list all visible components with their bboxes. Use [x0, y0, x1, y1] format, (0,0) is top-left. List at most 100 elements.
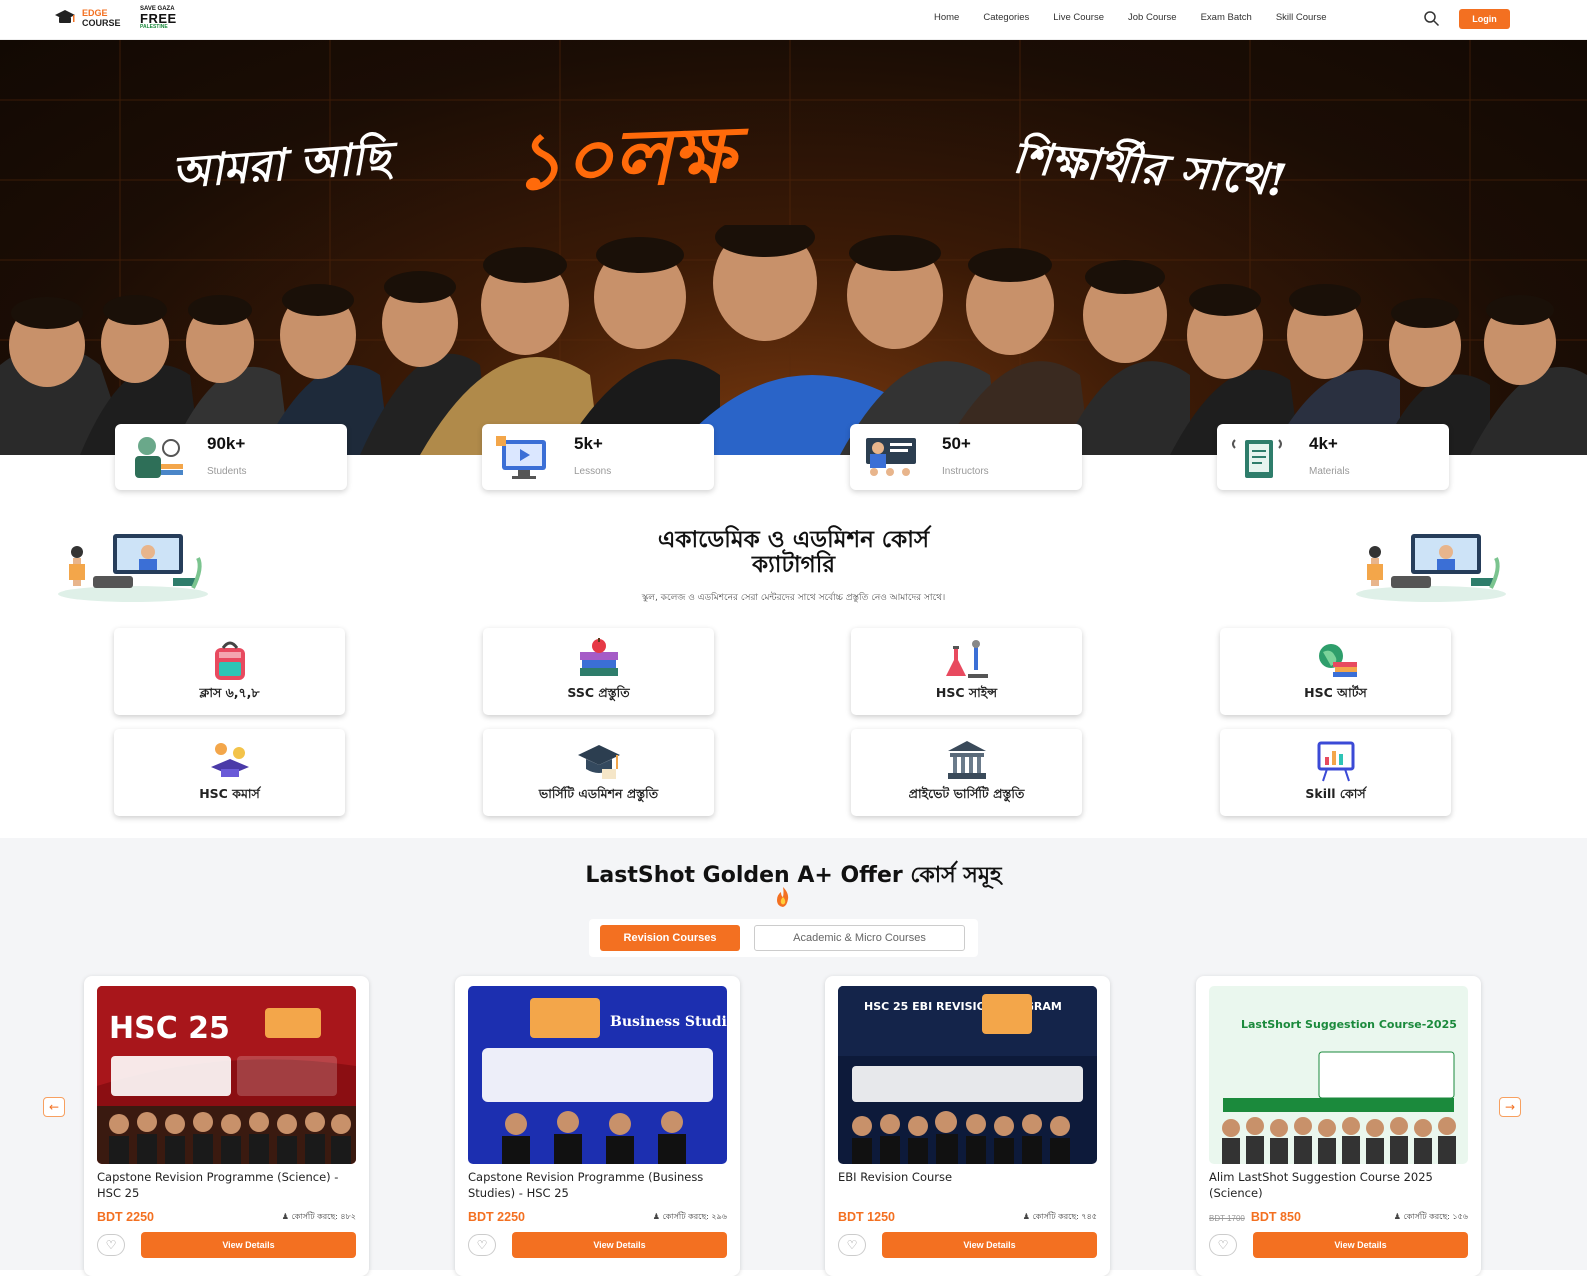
nav-link-exam-batch[interactable]: Exam Batch: [1201, 12, 1252, 23]
course-thumbnail[interactable]: HSC 25 EBI REVISION PROGRAM: [838, 986, 1097, 1164]
graduation-cap-icon: [577, 745, 620, 779]
graduation-cap-logo-icon: [55, 10, 75, 23]
category-section-title: একাডেমিক ও এডমিশন কোর্স ক্যাটাগরি: [500, 528, 1087, 578]
user-icon: ♟: [1393, 1212, 1401, 1221]
view-details-button[interactable]: View Details: [882, 1232, 1097, 1258]
course-title[interactable]: Alim LastShot Suggestion Course 2025 (Sc…: [1209, 1169, 1469, 1201]
stat-card-lessons: 5k+ Lessons: [482, 424, 714, 490]
category-label: SSC প্রস্তুতি: [567, 685, 630, 700]
user-icon: ♟: [652, 1212, 660, 1221]
category-label: প্রাইভেট ভার্সিটি প্রস্তুতি: [908, 786, 1025, 801]
tab-revision-courses[interactable]: Revision Courses: [600, 925, 740, 951]
save-gaza-badge: SAVE GAZA FREE PALESTINE: [140, 5, 177, 32]
course-old-price: BDT 1700: [1209, 1214, 1245, 1223]
course-thumbnail-image: HSC 25: [97, 986, 356, 1164]
site-logo[interactable]: EDGE COURSE: [54, 8, 121, 28]
stat-label: Instructors: [942, 466, 989, 477]
category-card-hsc-science[interactable]: HSC সাইন্স: [851, 628, 1082, 715]
course-enrolled-count: ♟ কোর্সটি করছে: ৪৮২: [281, 1212, 356, 1221]
course-thumbnail-image: Business Studies: [468, 986, 727, 1164]
category-card-class-6-7-8[interactable]: ক্লাস ৬,৭,৮: [114, 628, 345, 715]
category-card-varsity-admission[interactable]: ভার্সিটি এডমিশন প্রস্তুতি: [483, 729, 714, 816]
search-icon[interactable]: [1423, 10, 1440, 27]
fire-icon: [777, 887, 789, 907]
materials-icon: [1232, 439, 1282, 478]
tab-academic-micro-courses[interactable]: Academic & Micro Courses: [754, 925, 965, 951]
hero-title-highlight: ১০লক্ষ: [510, 110, 737, 208]
books-apple-icon: [579, 638, 618, 676]
course-price: BDT 2250: [97, 1210, 154, 1224]
course-card[interactable]: HSC 25 EBI REVISION PROGRAM EBI Revision…: [825, 976, 1110, 1276]
category-label: ভার্সিটি এডমিশন প্রস্তুতি: [538, 786, 659, 801]
wishlist-heart-icon[interactable]: ♡: [1209, 1234, 1237, 1256]
category-card-skill[interactable]: Skill কোর্স: [1220, 729, 1451, 816]
students-icon: [135, 437, 183, 478]
course-card[interactable]: Business Studies Capstone Revision Progr…: [455, 976, 740, 1276]
category-label: Skill কোর্স: [1305, 786, 1366, 801]
hero-title-part-1: আমরা আছি: [170, 132, 392, 199]
stat-value: 5k+: [574, 434, 603, 453]
category-label: HSC আর্টস: [1304, 685, 1367, 700]
course-enrolled-count: ♟ কোর্সটি করছে: ১৫৬: [1393, 1212, 1468, 1221]
nav-link-skill-course[interactable]: Skill Course: [1276, 12, 1327, 23]
svg-text:HSC 25: HSC 25: [109, 1011, 230, 1046]
coins-graduation-icon: [210, 743, 249, 777]
stat-value: 50+: [942, 434, 971, 453]
nav-link-categories[interactable]: Categories: [983, 12, 1029, 23]
school-bag-icon: [214, 641, 245, 680]
carousel-next-arrow-icon[interactable]: →: [1499, 1097, 1521, 1117]
view-details-button[interactable]: View Details: [141, 1232, 356, 1258]
lessons-icon: [496, 436, 546, 479]
course-title[interactable]: Capstone Revision Programme (Science) - …: [97, 1169, 357, 1201]
stat-label: Lessons: [574, 466, 612, 477]
category-subtitle: স্কুল, কলেজ ও এডমিশনের সেরা মেন্টরদের সা…: [641, 593, 946, 603]
category-card-ssc[interactable]: SSC প্রস্তুতি: [483, 628, 714, 715]
category-title-line-1: একাডেমিক ও এডমিশন কোর্স: [657, 527, 930, 553]
instructors-icon: [866, 438, 916, 476]
hero-banner: আমরা আছি ১০লক্ষ শিক্ষার্থীর সাথে!: [0, 40, 1587, 455]
course-title[interactable]: EBI Revision Course: [838, 1169, 1098, 1185]
svg-text:Business Studies: Business Studies: [610, 1014, 727, 1030]
course-title[interactable]: Capstone Revision Programme (Business St…: [468, 1169, 728, 1201]
wishlist-heart-icon[interactable]: ♡: [468, 1234, 496, 1256]
login-button[interactable]: Login: [1459, 9, 1510, 29]
user-icon: ♟: [1022, 1212, 1030, 1221]
presentation-board-icon: [1317, 741, 1354, 782]
course-thumbnail-image: HSC 25 EBI REVISION PROGRAM: [838, 986, 1097, 1164]
category-card-private-varsity[interactable]: প্রাইভেট ভার্সিটি প্রস্তুতি: [851, 729, 1082, 816]
nav-link-home[interactable]: Home: [934, 12, 959, 23]
course-thumbnail[interactable]: HSC 25: [97, 986, 356, 1164]
view-details-button[interactable]: View Details: [512, 1232, 727, 1258]
instructors-group-photo: [0, 225, 1587, 455]
view-details-button[interactable]: View Details: [1253, 1232, 1468, 1258]
stat-value: 90k+: [207, 434, 246, 453]
course-price: BDT 1250: [838, 1210, 895, 1224]
logo-line-2: COURSE: [82, 18, 121, 28]
wishlist-heart-icon[interactable]: ♡: [97, 1234, 125, 1256]
wishlist-heart-icon[interactable]: ♡: [838, 1234, 866, 1256]
stat-card-materials: 4k+ Materials: [1217, 424, 1449, 490]
course-card[interactable]: LastShort Suggestion Course-2025 Alim La…: [1196, 976, 1481, 1276]
nav-links: Home Categories Live Course Job Course E…: [934, 12, 1351, 23]
globe-books-icon: [1318, 644, 1357, 677]
category-card-hsc-commerce[interactable]: HSC কমার্স: [114, 729, 345, 816]
category-title-line-2: ক্যাটাগরি: [752, 552, 835, 578]
course-card[interactable]: HSC 25 Capstone Revision Programme (Scie…: [84, 976, 369, 1276]
nav-link-live-course[interactable]: Live Course: [1053, 12, 1104, 23]
svg-text:LastShort Suggestion Course-20: LastShort Suggestion Course-2025: [1241, 1018, 1457, 1031]
course-thumbnail[interactable]: Business Studies: [468, 986, 727, 1164]
course-enrolled-count: ♟ কোর্সটি করছে: ২৯৬: [652, 1212, 727, 1221]
course-thumbnail[interactable]: LastShort Suggestion Course-2025: [1209, 986, 1468, 1164]
logo-line-1: EDGE: [82, 8, 108, 18]
category-label: HSC কমার্স: [199, 786, 260, 801]
stat-value: 4k+: [1309, 434, 1338, 453]
category-card-hsc-arts[interactable]: HSC আর্টস: [1220, 628, 1451, 715]
course-tabs: Revision Courses Academic & Micro Course…: [589, 919, 978, 957]
carousel-prev-arrow-icon[interactable]: ←: [43, 1097, 65, 1117]
stat-card-instructors: 50+ Instructors: [850, 424, 1082, 490]
online-learning-illustration-left: [58, 534, 208, 602]
course-enrolled-count: ♟ কোর্সটি করছে: ৭৪৫: [1022, 1212, 1097, 1221]
course-price: BDT 1700 BDT 850: [1209, 1210, 1301, 1224]
nav-link-job-course[interactable]: Job Course: [1128, 12, 1177, 23]
course-price: BDT 2250: [468, 1210, 525, 1224]
